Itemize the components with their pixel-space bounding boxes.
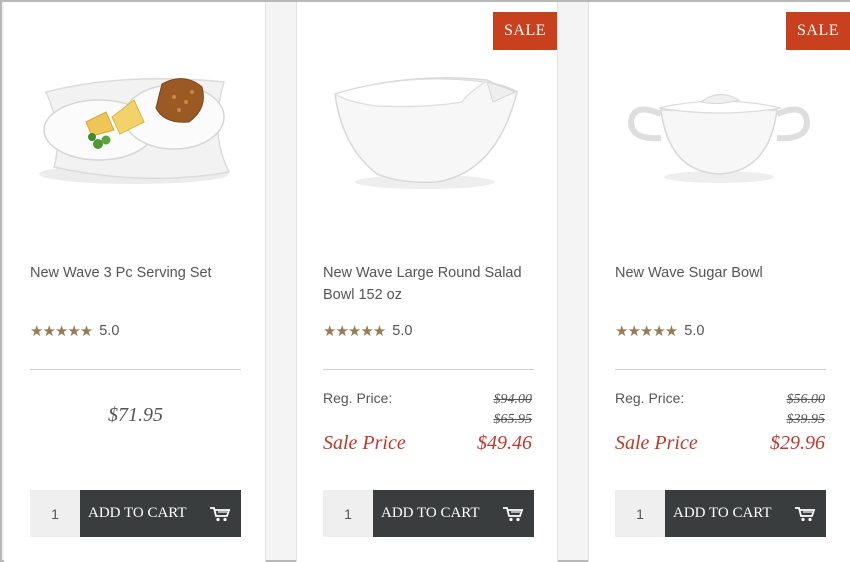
product-rating: ★★★★★ 5.0 bbox=[30, 320, 119, 342]
add-to-cart-label: ADD TO CART bbox=[673, 505, 772, 521]
product-title[interactable]: New Wave Large Round Salad Bowl 152 oz bbox=[323, 262, 533, 306]
sale-price: $29.96 bbox=[770, 432, 825, 454]
add-to-cart-label: ADD TO CART bbox=[88, 505, 187, 521]
product-title[interactable]: New Wave 3 Pc Serving Set bbox=[30, 262, 240, 284]
star-rating-icon: ★★★★★ bbox=[30, 322, 93, 340]
product-title[interactable]: New Wave Sugar Bowl bbox=[615, 262, 825, 284]
divider bbox=[30, 369, 241, 370]
rating-value: 5.0 bbox=[684, 323, 705, 339]
sale-price-label: Sale Price bbox=[615, 432, 698, 454]
add-to-cart-button[interactable]: ADD TO CART bbox=[80, 490, 241, 537]
rating-value: 5.0 bbox=[99, 323, 120, 339]
quantity-input[interactable] bbox=[615, 490, 665, 537]
cart-icon bbox=[795, 506, 816, 521]
product-image-serving-set[interactable] bbox=[24, 42, 244, 222]
divider bbox=[615, 369, 826, 370]
product-card: SALE New Wave Large Round Salad Bowl 152… bbox=[296, 2, 558, 562]
product-rating: ★★★★★ 5.0 bbox=[323, 320, 412, 342]
rating-value: 5.0 bbox=[392, 323, 413, 339]
quantity-input[interactable] bbox=[323, 490, 373, 537]
cart-icon bbox=[210, 506, 231, 521]
star-rating-icon: ★★★★★ bbox=[615, 322, 678, 340]
regular-price-reduced: $65.95 bbox=[493, 412, 533, 427]
star-rating-icon: ★★★★★ bbox=[323, 322, 386, 340]
regular-price-original: $94.00 bbox=[493, 392, 533, 407]
product-grid: New Wave 3 Pc Serving Set ★★★★★ 5.0 $71.… bbox=[0, 0, 850, 562]
add-to-cart-label: ADD TO CART bbox=[381, 505, 480, 521]
product-card: SALE New Wave Sugar Bowl ★★★★★ 5.0 Reg. … bbox=[588, 2, 850, 562]
regular-price-reduced: $39.95 bbox=[786, 412, 826, 427]
add-to-cart-row: ADD TO CART bbox=[323, 490, 534, 537]
product-card: New Wave 3 Pc Serving Set ★★★★★ 5.0 $71.… bbox=[4, 2, 266, 562]
cart-icon bbox=[503, 506, 524, 521]
sale-price-label: Sale Price bbox=[323, 432, 406, 454]
regular-price-label: Reg. Price: bbox=[323, 390, 393, 406]
product-image-sugar-bowl[interactable] bbox=[609, 42, 829, 222]
add-to-cart-row: ADD TO CART bbox=[30, 490, 241, 537]
divider bbox=[323, 369, 534, 370]
product-rating: ★★★★★ 5.0 bbox=[615, 320, 704, 342]
quantity-input[interactable] bbox=[30, 490, 80, 537]
add-to-cart-button[interactable]: ADD TO CART bbox=[665, 490, 826, 537]
product-image-salad-bowl[interactable] bbox=[317, 42, 537, 222]
regular-price-original: $56.00 bbox=[786, 392, 826, 407]
regular-price-label: Reg. Price: bbox=[615, 390, 685, 406]
regular-price-values: $56.00 $39.95 bbox=[787, 390, 826, 430]
add-to-cart-button[interactable]: ADD TO CART bbox=[373, 490, 534, 537]
product-price: $71.95 bbox=[108, 404, 163, 426]
add-to-cart-row: ADD TO CART bbox=[615, 490, 826, 537]
regular-price-values: $94.00 $65.95 bbox=[494, 390, 533, 430]
sale-price: $49.46 bbox=[477, 432, 532, 454]
